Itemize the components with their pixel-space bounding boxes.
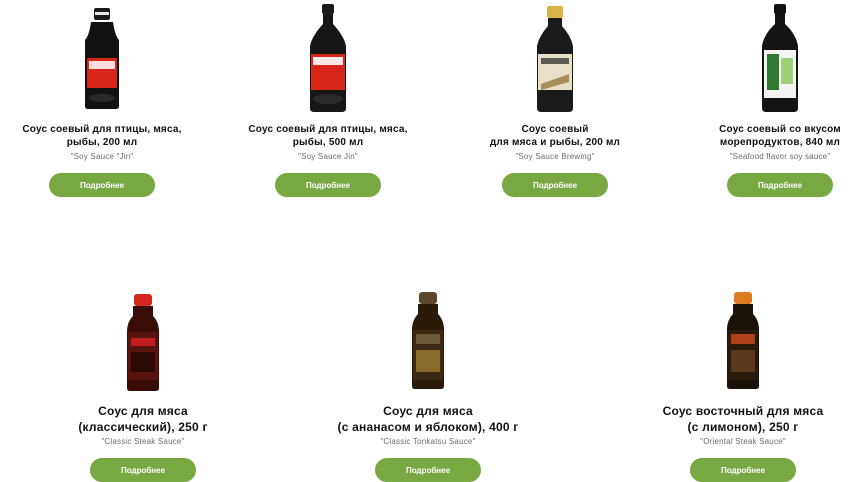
- soy-sauce-bottle-small-icon[interactable]: [77, 6, 127, 110]
- product-title: Соус соевый со вкусом морепродуктов, 840…: [719, 124, 841, 148]
- classic-steak-sauce-bottle-icon[interactable]: [121, 292, 165, 392]
- product-title: Соус для мяса (с ананасом и яблоком), 40…: [337, 404, 519, 434]
- product-title: Соус для мяса (классический), 250 г: [78, 404, 208, 434]
- product-subtitle: "Soy Sauce Jin": [298, 152, 358, 161]
- details-button[interactable]: Подробнее: [275, 173, 381, 197]
- details-button[interactable]: Подробнее: [690, 458, 796, 482]
- details-button[interactable]: Подробнее: [727, 173, 833, 197]
- soy-sauce-bottle-large-icon[interactable]: [302, 2, 354, 114]
- details-button[interactable]: Подробнее: [375, 458, 481, 482]
- seafood-soy-sauce-bottle-icon[interactable]: [755, 2, 805, 114]
- product-subtitle: "Soy Sauce "Jin": [70, 152, 134, 161]
- product-subtitle: "Classic Tonkatsu Sauce": [380, 437, 476, 446]
- product-title: Соус соевый для птицы, мяса, рыбы, 200 м…: [22, 124, 182, 148]
- product-title: Соус соевый для птицы, мяса, рыбы, 500 м…: [248, 124, 408, 148]
- details-button[interactable]: Подробнее: [49, 173, 155, 197]
- product-title: Соус восточный для мяса (с лимоном), 250…: [662, 404, 824, 434]
- product-subtitle: "Oriental Steak Sauce": [700, 437, 786, 446]
- product-title: Соус соевый для мяса и рыбы, 200 мл: [489, 124, 621, 148]
- product-subtitle: "Classic Steak Sauce": [101, 437, 185, 446]
- product-subtitle: "Soy Sauce Brewing": [515, 152, 595, 161]
- tonkatsu-sauce-bottle-icon[interactable]: [406, 290, 450, 390]
- oriental-steak-sauce-bottle-icon[interactable]: [721, 290, 765, 390]
- product-subtitle: "Seafood flavor soy sauce": [729, 152, 831, 161]
- details-button[interactable]: Подробнее: [502, 173, 608, 197]
- soy-sauce-brewing-bottle-icon[interactable]: [529, 4, 581, 114]
- details-button[interactable]: Подробнее: [90, 458, 196, 482]
